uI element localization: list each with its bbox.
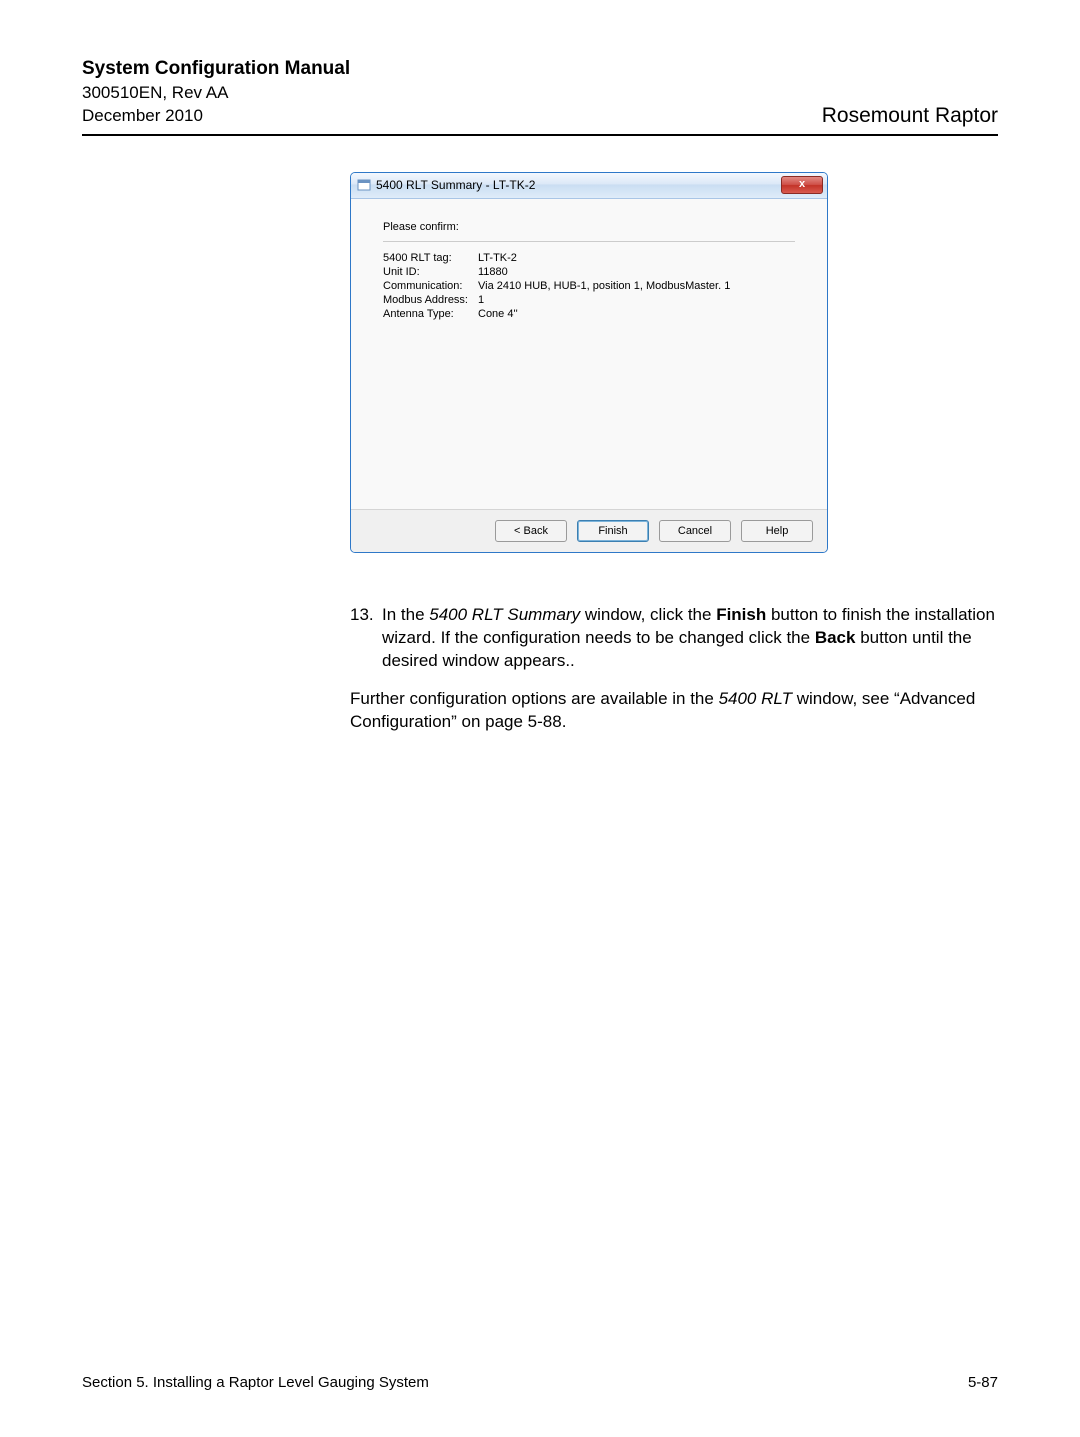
step-body: In the 5400 RLT Summary window, click th…: [382, 603, 998, 673]
button-ref-finish: Finish: [716, 605, 766, 624]
window-name: 5400 RLT: [719, 689, 792, 708]
content-column: 5400 RLT Summary - LT-TK-2 x Please conf…: [350, 172, 998, 734]
kv-label: Communication:: [383, 280, 478, 292]
text: In the: [382, 605, 429, 624]
divider: [383, 241, 795, 242]
close-icon: x: [799, 178, 805, 190]
text: window, click the: [580, 605, 716, 624]
kv-row: 5400 RLT tag: LT-TK-2: [383, 252, 795, 264]
help-button[interactable]: Help: [741, 520, 813, 542]
kv-value: 11880: [478, 266, 508, 278]
cancel-button[interactable]: Cancel: [659, 520, 731, 542]
kv-value: LT-TK-2: [478, 252, 517, 264]
page-header: System Configuration Manual 300510EN, Re…: [82, 56, 998, 136]
kv-value: Cone 4'': [478, 308, 518, 320]
summary-dialog: 5400 RLT Summary - LT-TK-2 x Please conf…: [350, 172, 828, 553]
dialog-body: Please confirm: 5400 RLT tag: LT-TK-2 Un…: [351, 199, 827, 509]
document-reference: 300510EN, Rev AA: [82, 82, 350, 105]
close-button[interactable]: x: [781, 176, 823, 194]
document-date: December 2010: [82, 105, 350, 128]
paragraph: Further configuration options are availa…: [350, 687, 998, 734]
kv-row: Antenna Type: Cone 4'': [383, 308, 795, 320]
text: Further configuration options are availa…: [350, 689, 719, 708]
finish-button[interactable]: Finish: [577, 520, 649, 542]
product-brand: Rosemount Raptor: [822, 104, 998, 128]
dialog-button-row: < Back Finish Cancel Help: [351, 509, 827, 552]
kv-label: Unit ID:: [383, 266, 478, 278]
instruction-block: 13. In the 5400 RLT Summary window, clic…: [350, 603, 998, 734]
kv-row: Communication: Via 2410 HUB, HUB-1, posi…: [383, 280, 795, 292]
kv-row: Modbus Address: 1: [383, 294, 795, 306]
page-footer: Section 5. Installing a Raptor Level Gau…: [82, 1374, 998, 1391]
kv-label: Modbus Address:: [383, 294, 478, 306]
footer-page-number: 5-87: [968, 1374, 998, 1391]
kv-label: Antenna Type:: [383, 308, 478, 320]
step-13: 13. In the 5400 RLT Summary window, clic…: [350, 603, 998, 673]
kv-value: 1: [478, 294, 484, 306]
summary-rows: 5400 RLT tag: LT-TK-2 Unit ID: 11880 Com…: [383, 252, 795, 320]
dialog-title: 5400 RLT Summary - LT-TK-2: [376, 178, 535, 192]
document-title: System Configuration Manual: [82, 56, 350, 82]
window-name: 5400 RLT Summary: [429, 605, 580, 624]
step-number: 13.: [350, 603, 382, 673]
header-left: System Configuration Manual 300510EN, Re…: [82, 56, 350, 128]
dialog-titlebar[interactable]: 5400 RLT Summary - LT-TK-2 x: [351, 173, 827, 199]
back-button[interactable]: < Back: [495, 520, 567, 542]
kv-value: Via 2410 HUB, HUB-1, position 1, ModbusM…: [478, 280, 730, 292]
kv-row: Unit ID: 11880: [383, 266, 795, 278]
button-ref-back: Back: [815, 628, 856, 647]
confirm-label: Please confirm:: [383, 221, 795, 237]
window-icon: [357, 178, 371, 192]
footer-section: Section 5. Installing a Raptor Level Gau…: [82, 1374, 429, 1391]
kv-label: 5400 RLT tag:: [383, 252, 478, 264]
